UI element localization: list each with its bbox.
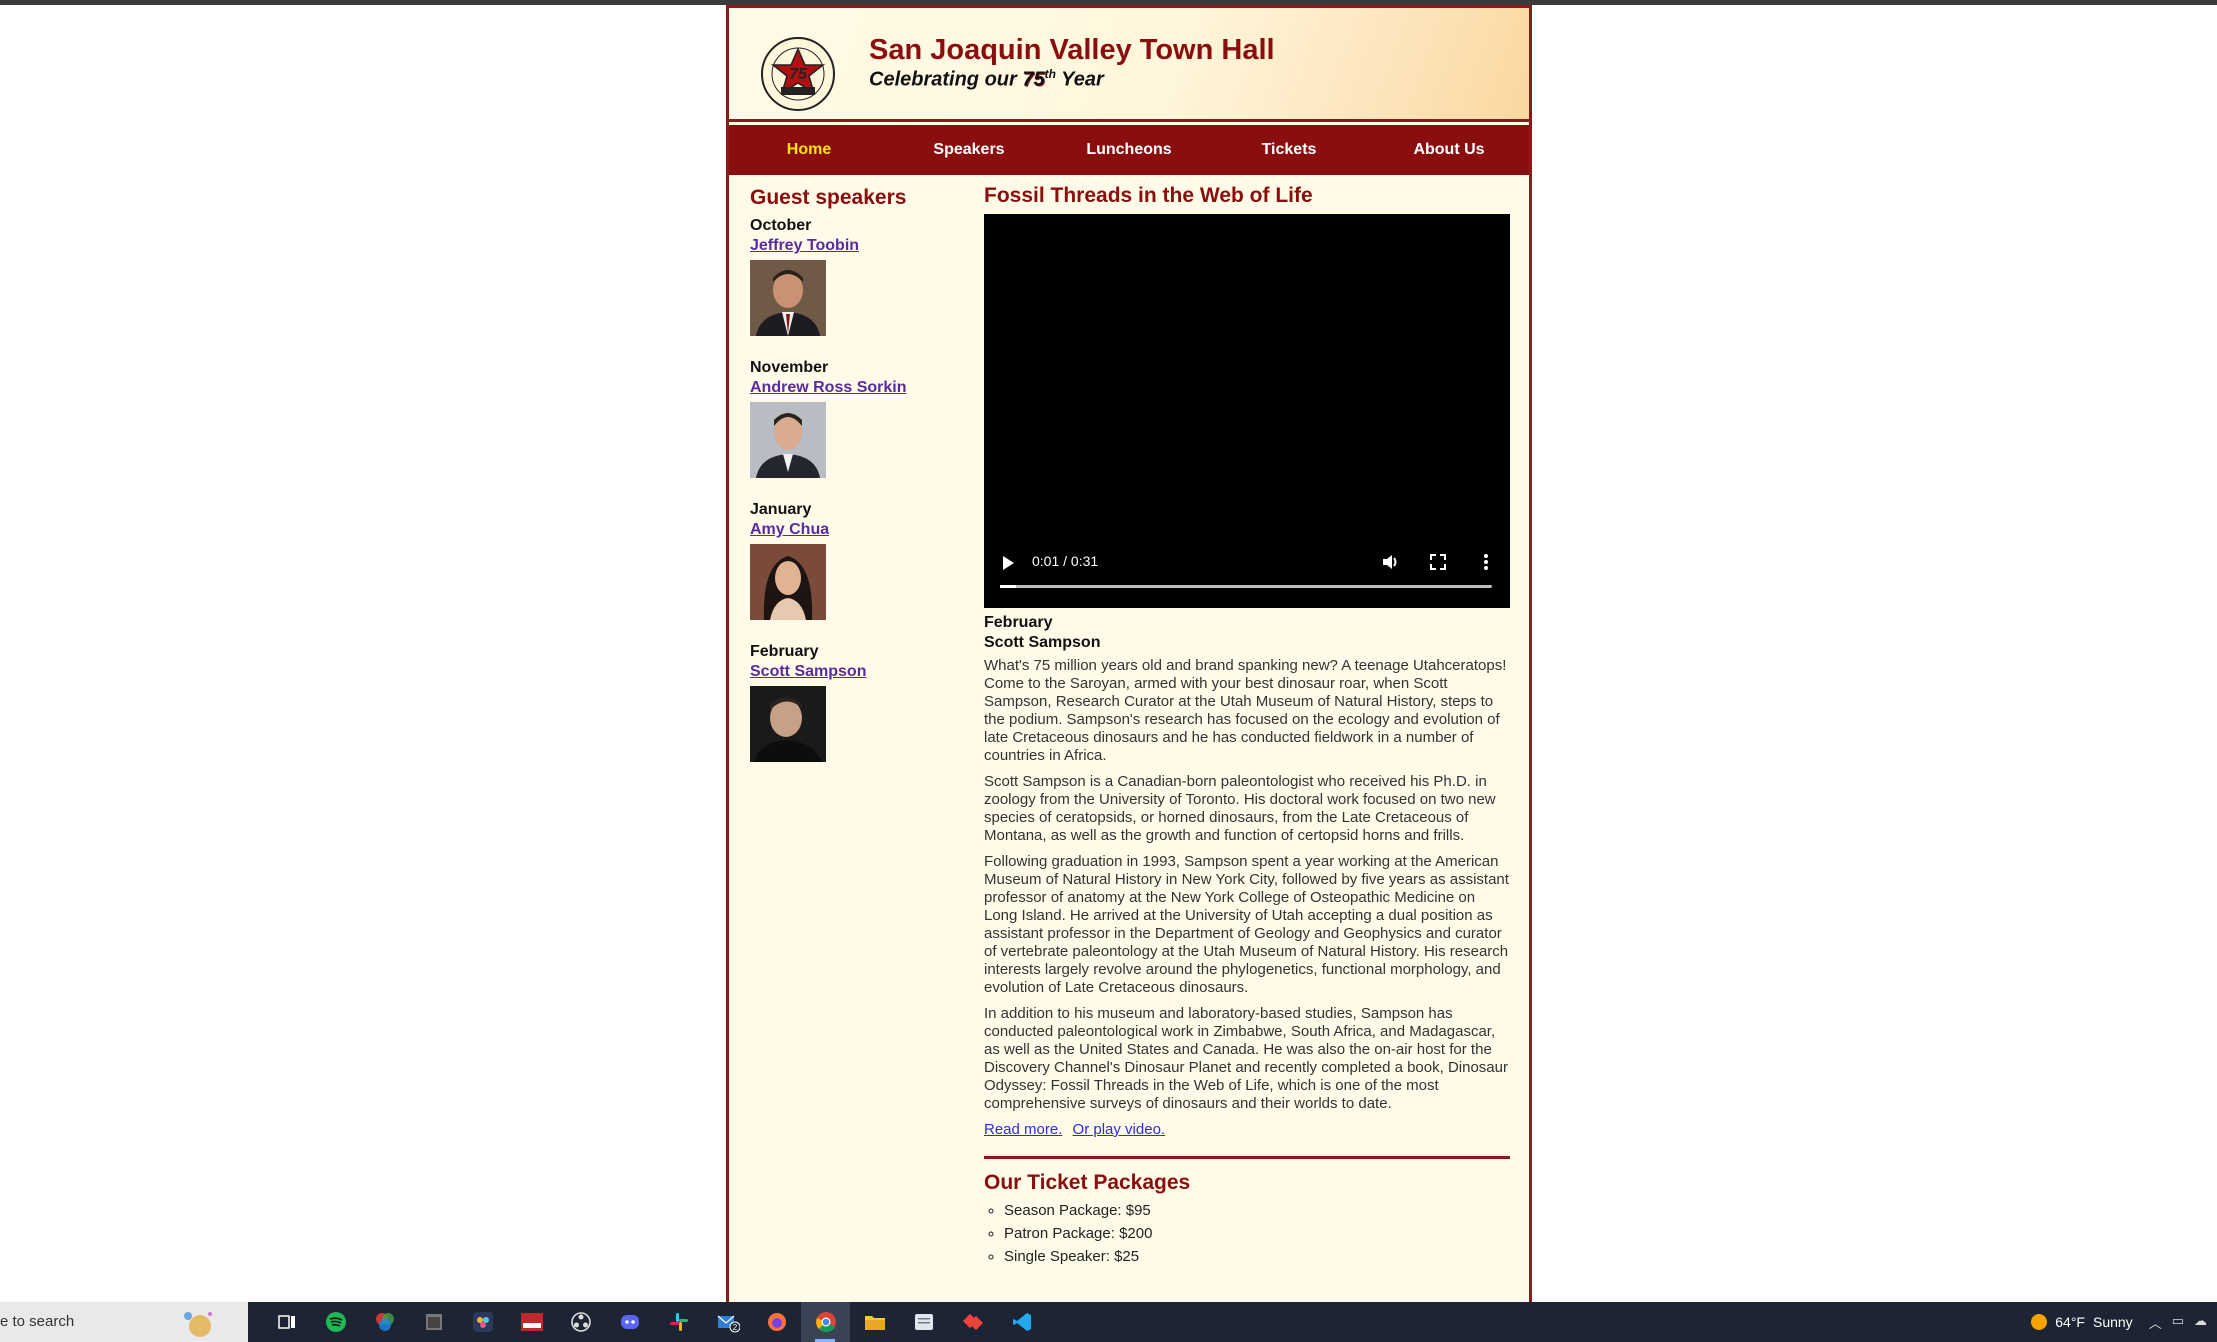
nav-home[interactable]: Home — [729, 125, 889, 175]
weather-condition: Sunny — [2092, 1314, 2133, 1330]
anydesk-icon[interactable] — [948, 1302, 997, 1342]
notepad-icon[interactable] — [899, 1302, 948, 1342]
weather-widget[interactable]: 64°F Sunny — [2031, 1314, 2133, 1330]
nav-luncheons[interactable]: Luncheons — [1049, 125, 1209, 175]
system-tray: 64°F Sunny ︿ ▭ ☁ — [2031, 1302, 2217, 1342]
event-month: February — [984, 614, 1053, 631]
speaker-item: October Jeffrey Toobin — [750, 216, 970, 336]
article-paragraph: Scott Sampson is a Canadian-born paleont… — [984, 773, 1496, 844]
speaker-photo-toobin[interactable] — [750, 260, 826, 336]
task-view-icon[interactable] — [262, 1302, 311, 1342]
article-paragraph: Following graduation in 1993, Sampson sp… — [984, 853, 1509, 996]
tickets-list: Season Package: $95 Patron Package: $200… — [984, 1199, 1510, 1268]
speaker-photo-chua[interactable] — [750, 544, 826, 620]
sidebar: Guest speakers October Jeffrey Toobin No… — [750, 186, 970, 784]
search-highlight-icon — [184, 1312, 212, 1337]
video-progress-fill — [1000, 585, 1016, 588]
sidebar-heading: Guest speakers — [750, 186, 907, 209]
subtitle-suffix: Year — [1055, 68, 1104, 91]
video-player[interactable]: 0:01 / 0:31 — [984, 214, 1510, 608]
windows-taskbar: e to search 2 64°F Sunny ︿ ▭ ☁ — [0, 1302, 2217, 1342]
tray-icons: ︿ ▭ ☁ — [2149, 1313, 2207, 1332]
video-seek-bar[interactable] — [1000, 585, 1492, 588]
speaker-item: February Scott Sampson — [750, 642, 970, 762]
section-divider — [984, 1156, 1510, 1159]
article-links: Read more. Or play video. — [984, 1121, 1510, 1138]
video-time: 0:01 / 0:31 — [1032, 553, 1099, 569]
color-app-icon[interactable] — [360, 1302, 409, 1342]
speaker-link-sorkin[interactable]: Andrew Ross Sorkin — [750, 378, 906, 398]
spotify-icon[interactable] — [311, 1302, 360, 1342]
ticket-package: Season Package: $95 — [1004, 1199, 1510, 1222]
voicemeeter-icon[interactable] — [507, 1302, 556, 1342]
slack-icon[interactable] — [654, 1302, 703, 1342]
speaker-month: November — [750, 359, 829, 376]
nav-tickets[interactable]: Tickets — [1209, 125, 1369, 175]
ticket-package: Patron Package: $200 — [1004, 1222, 1510, 1245]
speaker-photo-sorkin[interactable] — [750, 402, 826, 478]
page-container: 75 San Joaquin Valley Town Hall Celebrat… — [726, 5, 1532, 1302]
taskbar-apps: 2 — [262, 1302, 1046, 1342]
speaker-link-chua[interactable]: Amy Chua — [750, 520, 829, 540]
tickets-heading: Our Ticket Packages — [984, 1171, 1191, 1194]
play-video-link[interactable]: Or play video. — [1073, 1121, 1166, 1138]
town-hall-75th-logo: 75 — [761, 37, 835, 111]
mail-icon[interactable]: 2 — [703, 1302, 752, 1342]
meet-now-icon[interactable]: ▭ — [2172, 1313, 2184, 1332]
weather-temperature: 64°F — [2055, 1314, 2085, 1330]
svg-text:75: 75 — [789, 66, 808, 83]
site-subtitle: Celebrating our 75th Year — [869, 67, 1104, 92]
file-explorer-icon[interactable] — [850, 1302, 899, 1342]
taskbar-search-box[interactable]: e to search — [0, 1302, 248, 1342]
firefox-icon[interactable] — [752, 1302, 801, 1342]
more-options-icon[interactable] — [1476, 552, 1496, 572]
speaker-link-sampson[interactable]: Scott Sampson — [750, 662, 866, 682]
window-app-icon[interactable] — [409, 1302, 458, 1342]
speaker-month: October — [750, 217, 812, 234]
speaker-photo-sampson[interactable] — [750, 686, 826, 762]
speaker-month: January — [750, 501, 812, 518]
ticket-package: Single Speaker: $25 — [1004, 1245, 1510, 1268]
nav-speakers[interactable]: Speakers — [889, 125, 1049, 175]
obs-icon[interactable] — [556, 1302, 605, 1342]
speaker-item: November Andrew Ross Sorkin — [750, 358, 970, 478]
subtitle-number: 75 — [1022, 68, 1045, 91]
subtitle-sup: th — [1044, 67, 1056, 81]
vscode-icon[interactable] — [997, 1302, 1046, 1342]
sun-icon — [2031, 1314, 2048, 1330]
chrome-icon[interactable] — [801, 1302, 850, 1342]
davinci-resolve-icon[interactable] — [458, 1302, 507, 1342]
event-speaker: Scott Sampson — [984, 634, 1101, 651]
discord-icon[interactable] — [605, 1302, 654, 1342]
speaker-month: February — [750, 643, 819, 660]
speaker-link-toobin[interactable]: Jeffrey Toobin — [750, 236, 859, 256]
read-more-link[interactable]: Read more. — [984, 1121, 1062, 1138]
fullscreen-icon[interactable] — [1428, 552, 1448, 572]
chevron-up-icon[interactable]: ︿ — [2149, 1313, 2162, 1332]
site-title: San Joaquin Valley Town Hall — [869, 34, 1275, 66]
main-nav: Home Speakers Luncheons Tickets About Us — [729, 125, 1529, 175]
article-paragraph: What's 75 million years old and brand sp… — [984, 657, 1507, 764]
main-content: Fossil Threads in the Web of Life 0:01 /… — [984, 184, 1510, 1268]
speaker-item: January Amy Chua — [750, 500, 970, 620]
taskbar-search-text: e to search — [0, 1313, 75, 1330]
svg-text:2: 2 — [732, 1323, 737, 1332]
subtitle-prefix: Celebrating our — [869, 68, 1023, 91]
article-paragraph: In addition to his museum and laboratory… — [984, 1005, 1508, 1112]
play-icon[interactable] — [1000, 554, 1016, 572]
article-title: Fossil Threads in the Web of Life — [984, 184, 1313, 207]
site-header: 75 San Joaquin Valley Town Hall Celebrat… — [729, 8, 1529, 122]
nav-about-us[interactable]: About Us — [1369, 125, 1529, 175]
volume-icon[interactable] — [1380, 552, 1400, 572]
onedrive-icon[interactable]: ☁ — [2194, 1313, 2207, 1332]
